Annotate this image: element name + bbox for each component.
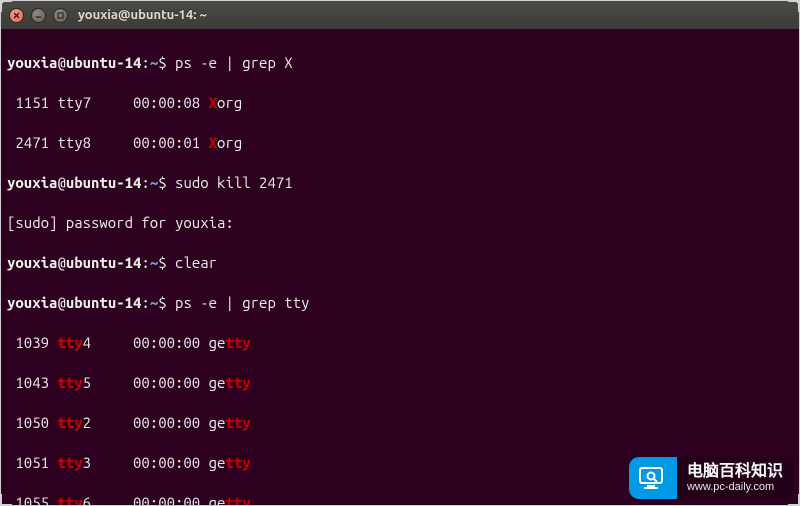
frame-corner bbox=[788, 0, 800, 12]
output-line: [sudo] password for youxia: bbox=[7, 213, 793, 233]
grep-match: X bbox=[209, 134, 217, 151]
frame-corner bbox=[788, 494, 800, 506]
maximize-button[interactable] bbox=[53, 8, 68, 23]
watermark-badge: 电脑百科知识 www.pc-daily.com bbox=[629, 457, 793, 499]
grep-match: tty bbox=[57, 454, 82, 471]
watermark-logo bbox=[629, 457, 677, 499]
grep-match: tty bbox=[225, 374, 250, 391]
output-line: 1039 tty4 00:00:00 getty bbox=[7, 333, 793, 353]
output-line: 2471 tty8 00:00:01 Xorg bbox=[7, 133, 793, 153]
command-text: ps -e | grep X bbox=[175, 54, 293, 71]
minimize-button[interactable] bbox=[31, 8, 46, 23]
frame-corner bbox=[0, 0, 12, 12]
prompt-line: youxia@ubuntu-14:~$ ps -e | grep X bbox=[7, 53, 793, 73]
output-line: 1043 tty5 00:00:00 getty bbox=[7, 373, 793, 393]
maximize-icon bbox=[57, 12, 64, 19]
grep-match: tty bbox=[225, 454, 250, 471]
prompt-dollar: $ bbox=[158, 54, 166, 71]
prompt-host: ubuntu-14 bbox=[66, 54, 142, 71]
output-line: 1151 tty7 00:00:08 Xorg bbox=[7, 93, 793, 113]
watermark-url: www.pc-daily.com bbox=[687, 481, 783, 494]
grep-match: tty bbox=[225, 494, 250, 505]
grep-match: tty bbox=[225, 414, 250, 431]
window-controls bbox=[9, 8, 68, 23]
grep-match: tty bbox=[57, 334, 82, 351]
prompt-line: youxia@ubuntu-14:~$ ps -e | grep tty bbox=[7, 293, 793, 313]
prompt-colon: : bbox=[141, 54, 149, 71]
frame-corner bbox=[0, 494, 12, 506]
prompt-path: ~ bbox=[150, 54, 158, 71]
output-line: 1050 tty2 00:00:00 getty bbox=[7, 413, 793, 433]
terminal-output[interactable]: youxia@ubuntu-14:~$ ps -e | grep X 1151 … bbox=[1, 29, 799, 505]
grep-match: tty bbox=[57, 414, 82, 431]
grep-match: X bbox=[209, 94, 217, 111]
watermark-title: 电脑百科知识 bbox=[687, 463, 783, 481]
watermark-text: 电脑百科知识 www.pc-daily.com bbox=[677, 457, 793, 499]
window-titlebar: youxia@ubuntu-14: ~ bbox=[1, 1, 799, 29]
prompt-line: youxia@ubuntu-14:~$ clear bbox=[7, 253, 793, 273]
prompt-line: youxia@ubuntu-14:~$ sudo kill 2471 bbox=[7, 173, 793, 193]
command-text: sudo kill 2471 bbox=[175, 174, 293, 191]
prompt-at: @ bbox=[57, 54, 65, 71]
window-title: youxia@ubuntu-14: ~ bbox=[78, 8, 207, 22]
prompt-user: youxia bbox=[7, 54, 57, 71]
close-icon bbox=[13, 12, 20, 19]
grep-match: tty bbox=[57, 494, 82, 505]
command-text: clear bbox=[175, 254, 217, 271]
minimize-icon bbox=[35, 12, 42, 19]
command-text: ps -e | grep tty bbox=[175, 294, 309, 311]
grep-match: tty bbox=[225, 334, 250, 351]
grep-match: tty bbox=[57, 374, 82, 391]
monitor-icon bbox=[637, 464, 665, 492]
